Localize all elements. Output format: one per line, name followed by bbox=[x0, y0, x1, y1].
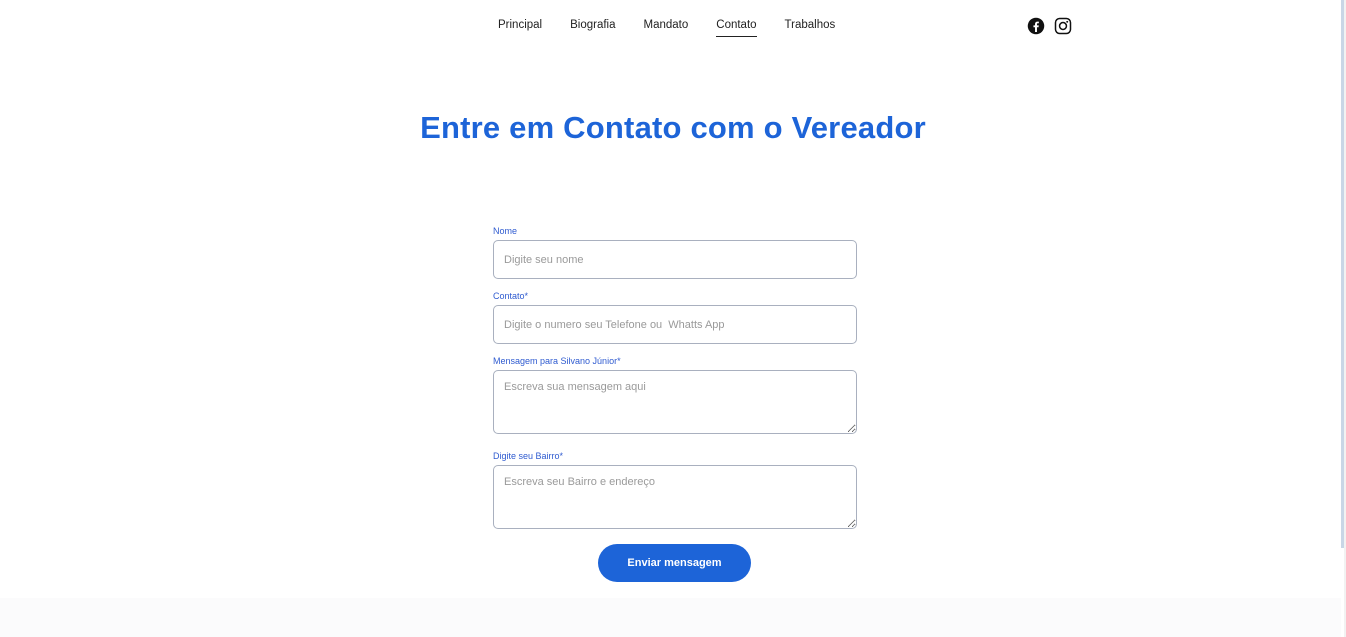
page: Principal Biografia Mandato Contato Trab… bbox=[0, 0, 1346, 637]
name-field-group: Nome bbox=[493, 226, 857, 279]
footer-band bbox=[0, 598, 1341, 637]
district-textarea[interactable] bbox=[493, 465, 857, 529]
social-links bbox=[1027, 17, 1072, 35]
nav-item-biografia[interactable]: Biografia bbox=[570, 17, 615, 37]
message-field-group: Mensagem para Silvano Júnior* bbox=[493, 356, 857, 434]
contact-field-group: Contato* bbox=[493, 291, 857, 344]
facebook-icon[interactable] bbox=[1027, 17, 1045, 35]
message-label: Mensagem para Silvano Júnior* bbox=[493, 356, 621, 366]
nav-item-contato[interactable]: Contato bbox=[716, 17, 757, 37]
main-nav: Principal Biografia Mandato Contato Trab… bbox=[498, 17, 835, 37]
instagram-icon[interactable] bbox=[1054, 17, 1072, 35]
nav-item-principal[interactable]: Principal bbox=[498, 17, 542, 37]
message-textarea[interactable] bbox=[493, 370, 857, 434]
district-label: Digite seu Bairro* bbox=[493, 451, 564, 461]
name-label: Nome bbox=[493, 226, 518, 236]
district-field-group: Digite seu Bairro* bbox=[493, 451, 857, 529]
scrollbar-thumb[interactable] bbox=[1341, 0, 1344, 548]
name-input[interactable] bbox=[493, 240, 857, 279]
contact-label: Contato* bbox=[493, 291, 529, 301]
nav-item-mandato[interactable]: Mandato bbox=[644, 17, 689, 37]
page-title: Entre em Contato com o Vereador bbox=[420, 110, 926, 145]
send-message-button[interactable]: Enviar mensagem bbox=[598, 544, 751, 582]
contact-input[interactable] bbox=[493, 305, 857, 344]
nav-item-trabalhos[interactable]: Trabalhos bbox=[785, 17, 836, 37]
